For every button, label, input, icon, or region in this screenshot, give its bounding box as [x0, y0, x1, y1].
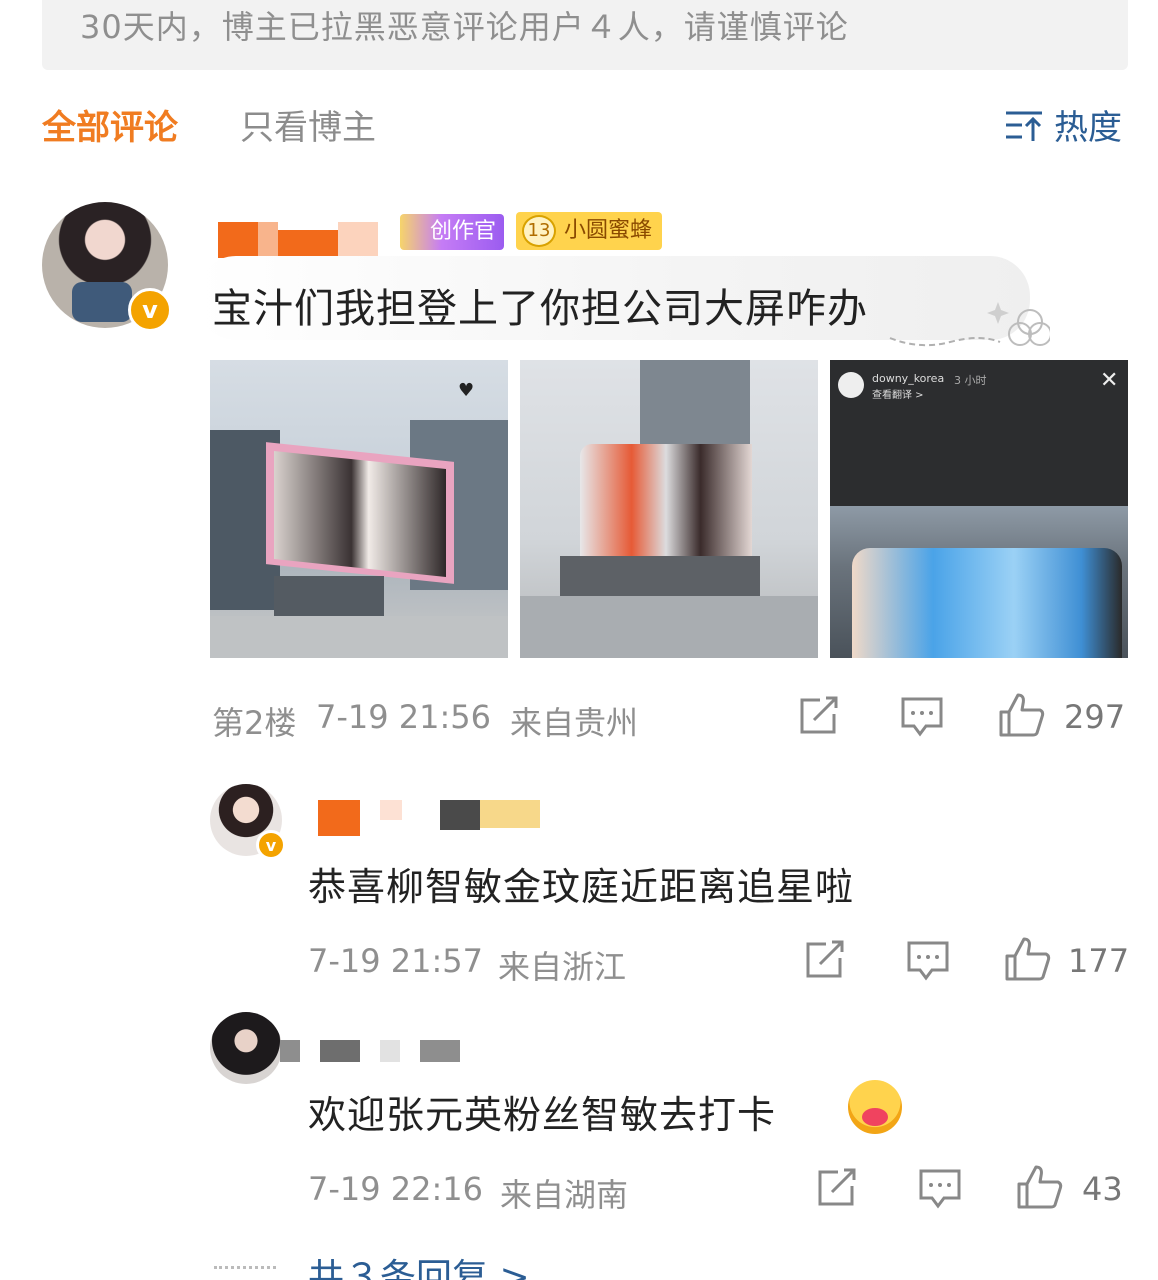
sort-button[interactable]: 热度	[1004, 100, 1122, 149]
verified-badge-icon: v	[256, 830, 286, 860]
username-redacted[interactable]	[218, 222, 380, 258]
share-icon[interactable]	[804, 940, 846, 980]
reply-location: 来自湖南	[500, 1176, 629, 1214]
notice-text: 30天内，博主已拉黑恶意评论用户４人，请谨慎评论	[80, 8, 849, 46]
comment-text: 宝汁们我担登上了你担公司大屏咋办	[212, 286, 868, 332]
comment-tabs: 全部评论 只看博主 热度	[0, 96, 1158, 152]
reply-location: 来自浙江	[498, 948, 627, 986]
photo-post-time: 3 小时	[954, 374, 987, 387]
like-count: 177	[1068, 942, 1130, 980]
billboard-photo-3[interactable]: downy_korea 3 小时 查看翻译 > ✕	[830, 360, 1128, 658]
billboard-photo-2[interactable]	[520, 360, 818, 658]
reply-avatar[interactable]	[210, 1012, 282, 1084]
like-icon[interactable]	[1016, 1164, 1064, 1210]
reply-username-redacted[interactable]	[280, 1040, 460, 1062]
more-replies-link[interactable]: 共３条回复 >	[308, 1248, 530, 1280]
tab-owner-only[interactable]: 只看博主	[240, 100, 376, 149]
verified-badge-icon: v	[128, 288, 172, 332]
comment-floor: 第2楼	[212, 704, 297, 742]
billboard-photo-1[interactable]: ♥	[210, 360, 508, 658]
reply-text: 欢迎张元英粉丝智敏去打卡	[308, 1093, 777, 1137]
notice-banner: 30天内，博主已拉黑恶意评论用户４人，请谨慎评论	[42, 0, 1128, 70]
reply-time: 7-19 21:57	[308, 942, 484, 980]
photo-account-name: downy_korea	[872, 372, 945, 385]
reply-time: 7-19 22:16	[308, 1170, 484, 1208]
fan-group-label: 小圆蜜蜂	[564, 218, 653, 243]
reply-text: 恭喜柳智敏金玟庭近距离追星啦	[308, 865, 855, 909]
reply-icon[interactable]	[906, 940, 950, 982]
thread-divider	[214, 1266, 276, 1269]
photo-translate-link: 查看翻译 >	[872, 390, 924, 401]
hug-emoji-icon	[848, 1080, 902, 1134]
photo-close-icon: ✕	[1100, 368, 1119, 393]
like-count: 43	[1082, 1170, 1123, 1208]
like-count: 297	[1064, 698, 1126, 736]
reply-icon[interactable]	[900, 696, 944, 738]
reply-icon[interactable]	[918, 1168, 962, 1210]
creator-badge-label: 创作官	[430, 219, 497, 244]
sort-label: 热度	[1054, 108, 1122, 148]
share-icon[interactable]	[798, 696, 840, 736]
reply-username-redacted[interactable]	[318, 800, 542, 836]
comment-location: 来自贵州	[510, 704, 639, 742]
sort-lines-icon	[1006, 111, 1042, 141]
fan-group-badge[interactable]: 13 小圆蜜蜂	[516, 212, 663, 250]
tab-all-comments[interactable]: 全部评论	[42, 100, 178, 149]
fan-level: 13	[522, 215, 556, 247]
like-icon[interactable]	[998, 692, 1046, 738]
share-icon[interactable]	[816, 1168, 858, 1208]
like-icon[interactable]	[1004, 936, 1052, 982]
creator-badge[interactable]: 创作官	[400, 214, 505, 250]
sparkle-decoration-icon	[889, 302, 1050, 347]
comment-time: 7-19 21:56	[316, 698, 492, 736]
